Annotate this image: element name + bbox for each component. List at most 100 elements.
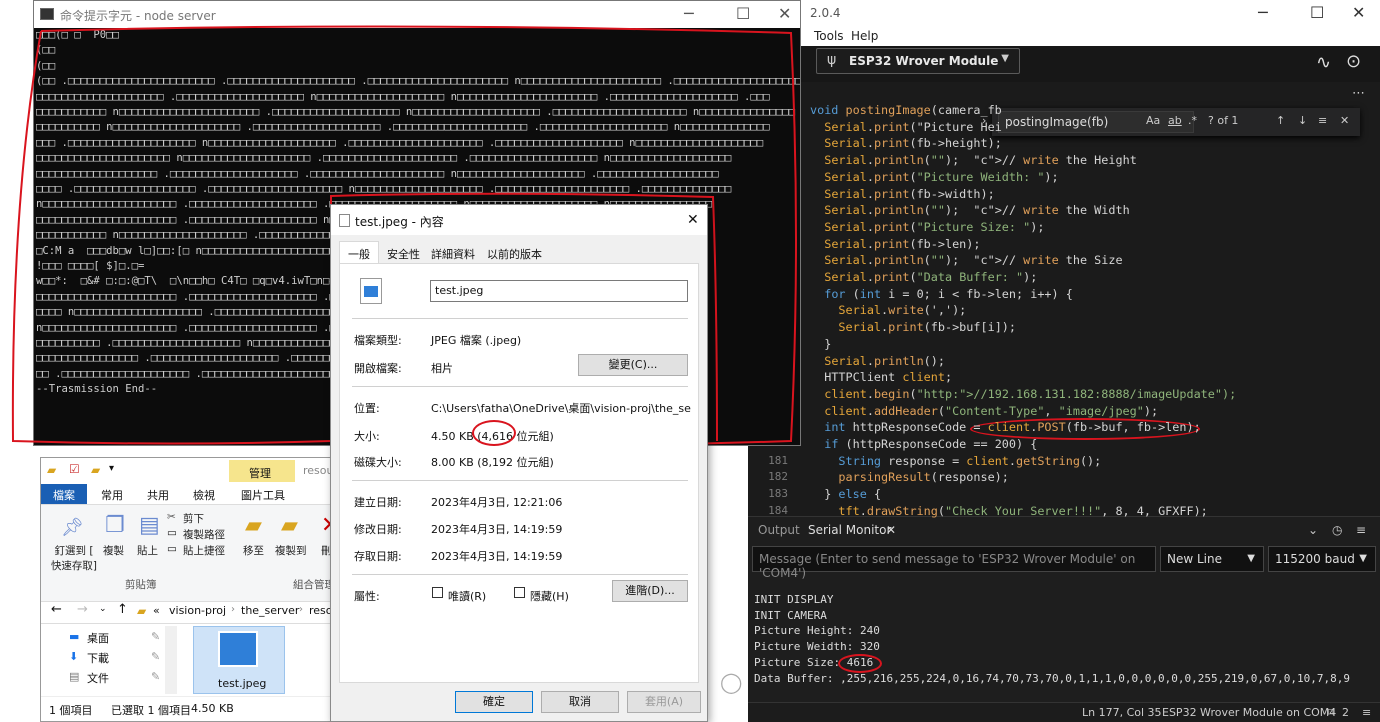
type-value: JPEG 檔案 (.jpeg) — [431, 334, 522, 347]
find-input[interactable]: postingImage(fb) — [998, 111, 1194, 133]
ide-title: 2.0.4 — [810, 6, 841, 20]
nav-downloads[interactable]: 下載 — [87, 650, 109, 666]
nav-documents[interactable]: 文件 — [87, 670, 109, 686]
tab-serial-monitor[interactable]: Serial Monitor — [808, 523, 891, 537]
paste-button[interactable]: 貼上 — [137, 543, 158, 558]
filename-input[interactable]: test.jpeg — [430, 280, 688, 302]
attributes-label: 屬性: — [354, 590, 380, 603]
toggle-autoscroll-icon[interactable]: ⌄ — [1308, 523, 1318, 537]
hidden-checkbox[interactable] — [514, 587, 525, 598]
menu-tools[interactable]: Tools — [814, 29, 844, 43]
file-item-selected[interactable]: test.jpeg — [193, 626, 285, 694]
apply-button[interactable]: 套用(A) — [627, 691, 701, 713]
up-icon[interactable]: ↑ — [117, 602, 128, 617]
minimize-icon[interactable]: ─ — [1258, 3, 1268, 22]
more-icon[interactable]: ⋯ — [1352, 86, 1365, 101]
ide-menu-bar: Tools Help — [748, 28, 1380, 46]
tab-view[interactable]: 檢視 — [193, 487, 215, 503]
chevron-down-icon[interactable]: ⌄ — [99, 604, 107, 614]
line-ending-select[interactable]: New Line ▼ — [1160, 546, 1264, 572]
close-find-icon[interactable]: ✕ — [1340, 114, 1349, 127]
code-line: Serial.println(""); "c">// write the Siz… — [824, 253, 1123, 268]
copy-to-button[interactable]: 複製到 — [275, 543, 307, 558]
code-line: Serial.print("Picture Size: "); — [824, 219, 1045, 234]
paste-shortcut-button[interactable]: 貼上捷徑 — [183, 543, 225, 558]
match-case-toggle[interactable]: Aa — [1146, 114, 1160, 127]
notification-count: 2 — [1342, 706, 1349, 719]
breadcrumb-vision-proj[interactable]: vision-proj — [169, 604, 226, 617]
code-line: Serial.print(fb->len); — [824, 236, 981, 251]
tab-previous-versions[interactable]: 以前的版本 — [487, 246, 542, 262]
group-clipboard: 剪貼簿 — [125, 579, 157, 591]
accessed-label: 存取日期: — [354, 550, 402, 563]
size-label: 大小: — [354, 430, 380, 443]
back-icon[interactable]: ← — [51, 602, 62, 617]
pin-icon: ✎ — [151, 650, 161, 663]
ide-title-bar: 2.0.4 ─ ☐ ✕ — [748, 0, 1380, 28]
chevron-down-icon: ▼ — [1001, 53, 1009, 64]
ok-button[interactable]: 確定 — [455, 691, 533, 713]
explorer-title: resou — [303, 464, 334, 477]
arrow-up-icon[interactable]: ↑ — [1276, 114, 1285, 127]
code-line: HTTPClient client; — [810, 370, 953, 385]
tab-picture-tools[interactable]: 圖片工具 — [241, 487, 285, 503]
copy-path-button[interactable]: 複製路徑 — [183, 527, 225, 542]
regex-toggle[interactable]: .* — [1188, 114, 1197, 127]
line-number: 184 — [768, 503, 788, 517]
folder-icon: ▰ — [47, 463, 57, 477]
arrow-down-icon[interactable]: ↓ — [1298, 114, 1307, 127]
line-number: 183 — [768, 486, 788, 500]
tab-output[interactable]: Output — [758, 523, 800, 537]
close-icon[interactable]: ✕ — [687, 212, 699, 228]
cancel-button[interactable]: 取消 — [541, 691, 619, 713]
nav-desktop[interactable]: 桌面 — [87, 630, 109, 646]
serial-message-input[interactable]: Message (Enter to send message to 'ESP32… — [752, 546, 1156, 580]
breadcrumb-root[interactable]: « — [153, 604, 160, 617]
timestamp-icon[interactable]: ◷ — [1332, 523, 1342, 537]
whole-word-toggle[interactable]: ab — [1168, 114, 1182, 127]
code-line: for (int i = 0; i < fb->len; i++) { — [824, 286, 1073, 301]
chevron-down-icon[interactable]: ▾ — [109, 463, 114, 474]
cut-button[interactable]: 剪下 — [183, 511, 204, 526]
checkbox-icon: ☑ — [69, 462, 80, 476]
code-line: void postingImage(camera_fb — [810, 103, 1002, 117]
copy-button[interactable]: 複製 — [103, 543, 124, 558]
baud-select[interactable]: 115200 baud ▼ — [1268, 546, 1376, 572]
pin-button[interactable]: 釘選到 [ 快速存取] — [49, 543, 99, 573]
code-line: } else { — [810, 487, 882, 502]
tab-security[interactable]: 安全性 — [387, 246, 420, 262]
manage-tab[interactable]: 管理 — [229, 460, 295, 482]
tab-file[interactable]: 檔案 — [41, 484, 87, 504]
item-count: 1 個項目 — [49, 704, 93, 717]
account-icon[interactable]: ◯ — [720, 670, 742, 694]
breadcrumb-resources[interactable]: reso — [309, 604, 333, 617]
notification-icon[interactable]: ⌑ — [1328, 706, 1334, 719]
ribbon-tabs: 檔案 常用 共用 檢視 圖片工具 — [41, 484, 343, 504]
cursor-position: Ln 177, Col 35 — [1082, 706, 1162, 719]
serial-monitor-icon[interactable]: ⊙ — [1346, 51, 1361, 72]
move-to-button[interactable]: 移至 — [243, 543, 264, 558]
tab-home[interactable]: 常用 — [101, 487, 123, 503]
nav-scrollbar[interactable] — [165, 626, 177, 694]
clear-output-icon[interactable]: ≡ — [1356, 523, 1366, 537]
serial-plotter-icon[interactable]: ∿ — [1316, 52, 1331, 73]
advanced-button[interactable]: 進階(D)... — [612, 580, 688, 602]
menu-help[interactable]: Help — [851, 29, 878, 43]
line-number: 182 — [768, 470, 788, 484]
forward-icon[interactable]: → — [77, 602, 88, 617]
image-file-icon — [360, 278, 382, 304]
menu-icon[interactable]: ≡ — [1362, 706, 1371, 719]
tab-share[interactable]: 共用 — [147, 487, 169, 503]
readonly-checkbox[interactable] — [432, 587, 443, 598]
maximize-icon[interactable]: ☐ — [1310, 3, 1324, 22]
close-tab-icon[interactable]: ✕ — [886, 523, 896, 537]
close-icon[interactable]: ✕ — [1352, 3, 1365, 22]
tab-details[interactable]: 詳細資料 — [431, 246, 475, 262]
find-in-selection-icon[interactable]: ≡ — [1318, 114, 1327, 127]
breadcrumb-the-server[interactable]: the_server — [241, 604, 299, 617]
board-selector[interactable]: ψ ESP32 Wrover Module ▼ — [816, 48, 1020, 74]
tab-general[interactable]: 一般 — [339, 241, 379, 265]
change-button[interactable]: 變更(C)... — [578, 354, 688, 376]
pin-icon[interactable]: 📌︎ — [61, 517, 84, 538]
size-value: 4.50 KB (4,616 位元組) — [431, 430, 554, 443]
